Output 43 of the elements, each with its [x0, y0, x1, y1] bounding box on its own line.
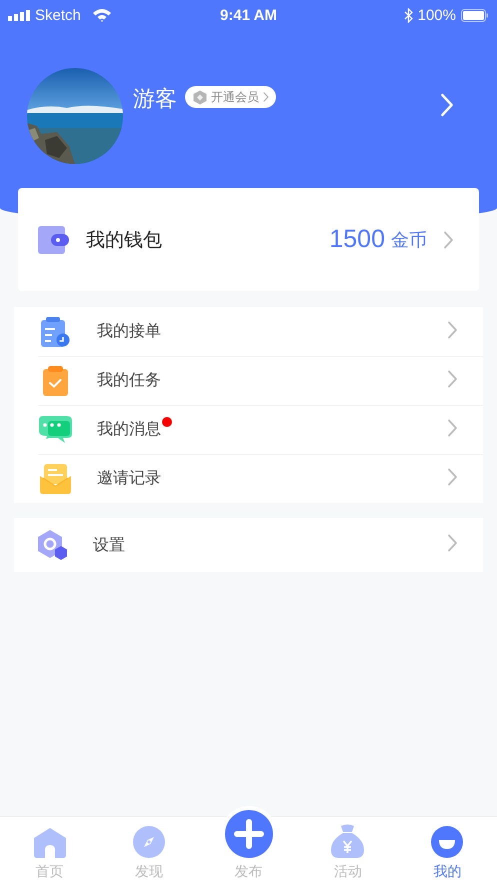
settings-item[interactable]: 设置 [14, 518, 483, 572]
chevron-icon [447, 320, 458, 338]
menu-item[interactable]: 我的接单 [14, 307, 483, 356]
compass-icon [133, 826, 166, 858]
member-badge[interactable]: 开通会员 [185, 86, 276, 108]
menu-label: 我的任务 [97, 370, 161, 391]
coin-amount: 1500 [329, 225, 385, 254]
chevron-icon [447, 534, 458, 552]
smile-icon [431, 826, 464, 858]
hexagon-icon [193, 90, 207, 104]
tab-item[interactable]: 我的 [398, 817, 497, 883]
settings-icon [37, 530, 68, 560]
clock-time: 9:41 AM [220, 6, 277, 24]
envelope-icon [40, 464, 70, 494]
menu-item[interactable]: 我的任务 [14, 356, 483, 405]
chevron-icon [443, 230, 454, 248]
chevron-icon [263, 92, 269, 102]
user-name: 游客 [133, 86, 177, 114]
plus-icon [224, 810, 273, 858]
wifi-icon [92, 8, 112, 22]
menu-label: 我的消息 [97, 419, 161, 440]
menu-label: 我的接单 [97, 321, 161, 342]
coin-unit: 金币 [391, 228, 427, 252]
battery-percent: 100% [418, 6, 456, 24]
chevron-icon [447, 468, 458, 486]
battery-icon [461, 8, 489, 22]
wallet-icon [38, 226, 69, 254]
chevron-icon [447, 370, 458, 388]
menu-label: 邀请记录 [97, 468, 161, 489]
chevron-icon[interactable] [440, 93, 454, 117]
money-bag-icon [331, 824, 364, 858]
menu-item[interactable]: 我的消息 [14, 405, 483, 454]
signal-icon [8, 10, 30, 20]
settings-label: 设置 [93, 534, 125, 556]
home-icon [34, 828, 66, 858]
wallet-label: 我的钱包 [86, 228, 162, 252]
chat-icon [38, 416, 72, 444]
checklist-icon [41, 366, 69, 396]
chevron-icon [447, 418, 458, 436]
clipboard-icon [40, 316, 70, 346]
carrier-name: Sketch [35, 6, 81, 24]
bluetooth-icon [404, 8, 413, 22]
menu-item[interactable]: 邀请记录 [14, 454, 483, 503]
